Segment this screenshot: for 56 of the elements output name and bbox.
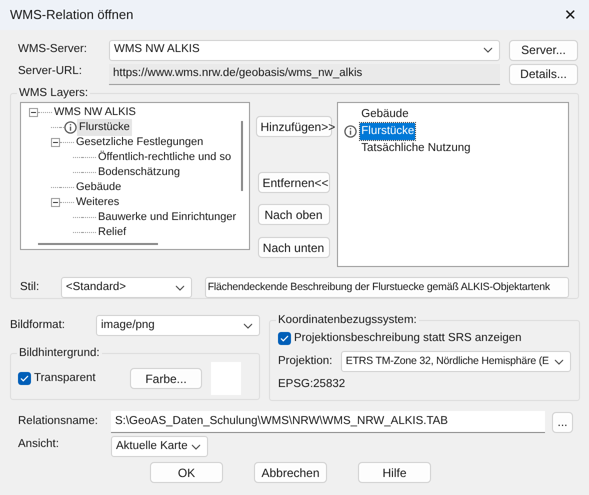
server-dropdown[interactable]: WMS NW ALKIS — [109, 40, 500, 60]
checkbox[interactable] — [278, 332, 291, 346]
collapse-icon[interactable] — [51, 138, 60, 147]
tree-item[interactable]: Bodenschätzung — [96, 164, 182, 181]
tree-item[interactable]: Relief — [96, 224, 128, 241]
field-label: WMS-Server: — [18, 42, 88, 58]
tree-item[interactable]: Gebäude — [74, 179, 124, 196]
server-button[interactable]: Server... — [509, 40, 578, 60]
browse-button[interactable]: ... — [552, 412, 573, 432]
checkbox[interactable] — [18, 372, 31, 385]
scrollbar-thumb[interactable] — [240, 121, 243, 191]
checkbox-label: Transparent — [34, 370, 97, 386]
selected-layers-list[interactable]: Gebäude Flurstücke Tatsächliche Nutzung — [337, 102, 569, 267]
list-item[interactable]: Flurstücke — [360, 122, 416, 140]
help-button[interactable]: Hilfe — [358, 462, 431, 483]
chevron-down-icon — [483, 47, 493, 53]
move-up-button[interactable]: Nach oben — [258, 204, 330, 225]
checkbox-label: Projektionsbeschreibung statt SRS anzeigen — [294, 331, 522, 346]
url-field[interactable]: https://www.wms.nrw.de/geobasis/wms_nw_alkis — [109, 64, 500, 84]
style-dropdown[interactable]: <Standard> — [60, 277, 192, 298]
tree-item[interactable]: Flurstücke — [77, 119, 132, 136]
chevron-down-icon — [174, 284, 185, 290]
tree-item[interactable]: Gesetzliche Festlegungen — [74, 134, 206, 151]
chevron-down-icon — [554, 358, 564, 365]
list-item[interactable]: Tatsächliche Nutzung — [360, 140, 472, 158]
layer-tree[interactable]: WMS NW ALKIS Flurstücke Gesetzliche Festlegungen Öffentlich-rechtliche und so Bodenschätzung Gebäude Weiteres Bauwerke und Einrichtunger Relief — [20, 102, 250, 250]
tree-item[interactable]: Öffentlich-rechtliche und so — [96, 149, 234, 166]
field-label: Ansicht: — [18, 437, 60, 452]
view-dropdown[interactable]: Aktuelle Karte — [111, 436, 208, 457]
remove-button[interactable]: Entfernen<< — [258, 172, 330, 193]
style-description-button[interactable]: Flächendeckende Beschreibung der Flurstuecke gemäß ALKIS-Objektartenk — [204, 277, 569, 298]
close-button[interactable]: ✕ — [564, 8, 577, 22]
chevron-down-icon — [191, 444, 201, 450]
image-format-dropdown[interactable]: image/png — [96, 315, 260, 336]
field-label: Relationsname: — [18, 414, 99, 430]
collapse-icon[interactable] — [29, 108, 38, 117]
epsg-code: EPSG:25832 — [278, 377, 346, 392]
collapse-icon[interactable] — [51, 198, 60, 207]
ok-button[interactable]: OK — [150, 462, 223, 483]
field-label: Stil: — [20, 280, 40, 295]
scrollbar-thumb[interactable] — [38, 243, 158, 245]
window-title: WMS-Relation öffnen — [10, 6, 134, 24]
move-down-button[interactable]: Nach unten — [258, 237, 330, 258]
tree-item[interactable]: WMS NW ALKIS — [52, 104, 138, 121]
cancel-button[interactable]: Abbrechen — [254, 462, 327, 483]
chevron-down-icon — [243, 322, 253, 328]
field-label: Server-URL: — [18, 64, 83, 79]
projection-dropdown[interactable]: ETRS TM-Zone 32, Nördliche Hemisphäre (E — [340, 351, 571, 372]
relation-name-field[interactable]: S:\GeoAS_Daten_Schulung\WMS\NRW\WMS_NRW_ALKIS.TAB — [111, 411, 545, 433]
field-label: Projektion: — [278, 354, 334, 370]
tree-item[interactable]: Weiteres — [74, 194, 122, 211]
list-item[interactable]: Gebäude — [360, 106, 410, 124]
tree-item[interactable]: Bauwerke und Einrichtunger — [96, 209, 238, 226]
details-button[interactable]: Details... — [509, 64, 578, 84]
color-button[interactable]: Farbe... — [130, 368, 202, 389]
field-label: Bildformat: — [10, 318, 66, 333]
